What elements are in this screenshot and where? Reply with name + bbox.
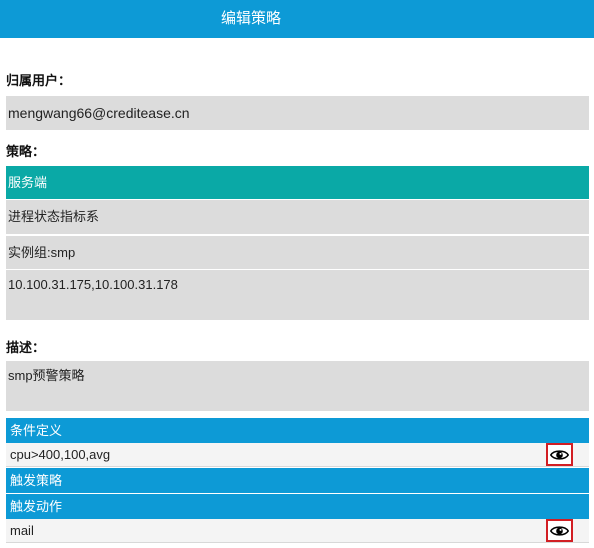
policy-hosts[interactable]: 10.100.31.175,10.100.31.178	[6, 270, 589, 320]
view-condition-button[interactable]	[546, 443, 573, 466]
owner-field[interactable]: mengwang66@creditease.cn	[6, 96, 589, 130]
policy-category[interactable]: 服务端	[6, 166, 589, 199]
policy-metric[interactable]: 进程状态指标系	[6, 200, 589, 234]
owner-label: 归属用户：	[6, 73, 72, 88]
view-action-button[interactable]	[546, 519, 573, 542]
action-value: mail	[10, 523, 34, 538]
trigger-action-header: 触发动作	[6, 494, 589, 519]
policy-label: 策略：	[6, 144, 46, 159]
page-header: 编辑策略	[0, 0, 594, 38]
eye-icon	[550, 449, 569, 460]
description-field[interactable]: smp预警策略	[6, 361, 589, 411]
action-row: mail	[6, 519, 589, 543]
page-title: 编辑策略	[220, 10, 281, 27]
conditions-header: 条件定义	[6, 418, 589, 443]
policy-instance-group[interactable]: 实例组:smp	[6, 236, 589, 269]
condition-row: cpu>400,100,avg	[6, 443, 589, 467]
policy-sections: 条件定义 cpu>400,100,avg 触发策略 触发动作 mail	[6, 418, 589, 544]
condition-value: cpu>400,100,avg	[10, 447, 111, 462]
eye-icon	[550, 525, 569, 536]
description-label: 描述：	[6, 340, 46, 355]
trigger-policy-header[interactable]: 触发策略	[6, 468, 589, 493]
